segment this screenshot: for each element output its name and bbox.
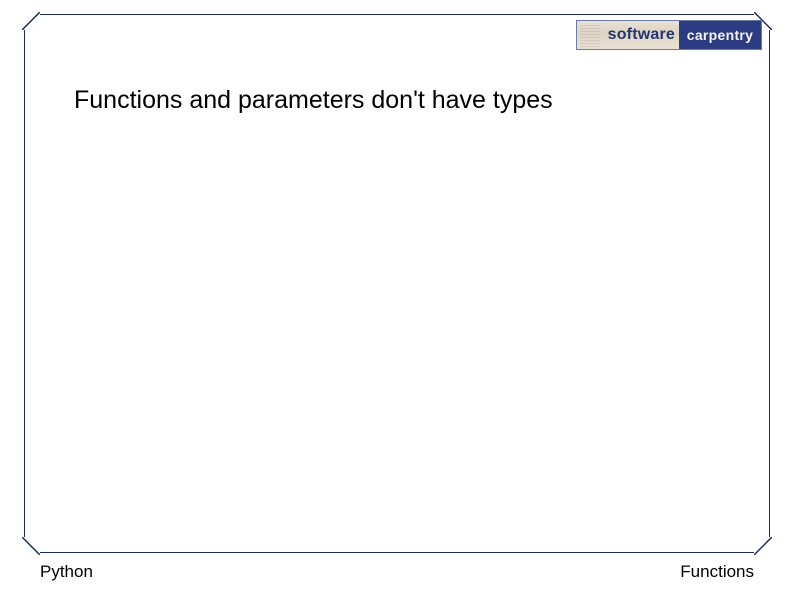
corner-cut-br: [754, 537, 772, 555]
corner-cut-bl: [22, 537, 40, 555]
logo-left-panel: software: [577, 21, 679, 49]
footer-left: Python: [40, 562, 93, 582]
logo-text-carpentry: carpentry: [687, 27, 754, 43]
footer-right: Functions: [680, 562, 754, 582]
slide-heading: Functions and parameters don't have type…: [74, 86, 553, 115]
logo: software carpentry: [576, 20, 762, 50]
corner-cut-tl: [22, 12, 40, 30]
logo-text-software: software: [608, 26, 675, 44]
logo-right-panel: carpentry: [679, 21, 761, 49]
